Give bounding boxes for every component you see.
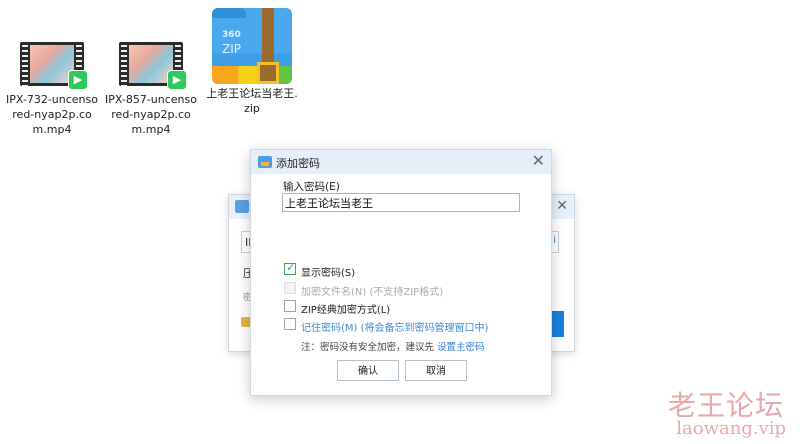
info-icon[interactable]: i [553,235,556,246]
encrypt-filenames-label: 加密文件名(N) (不支持ZIP格式) [301,287,444,298]
show-password-label: 显示密码(S) [301,268,356,279]
video-file-2[interactable]: ▶ IPX-857-uncensored-nyap2p.com.mp4 [105,42,197,137]
file-name: 上老王论坛当老王.zip [206,87,298,115]
cancel-button[interactable]: 取消 [405,360,467,381]
remember-password-label: 记住密码(M) (将会备忘到密码管理窗口中) [301,323,489,334]
show-password-checkbox[interactable] [284,261,296,275]
file-name: IPX-732-uncensored-nyap2p.com.mp4 [6,93,98,136]
security-note: 注：密码没有安全加密，建议先 设置主密码 [301,339,485,353]
close-icon[interactable]: ✕ [556,198,568,214]
remember-password-checkbox[interactable] [284,318,296,330]
confirm-button[interactable]: 确认 [337,360,399,381]
zip-brand: 360 [222,30,241,40]
password-label: 输入密码(E) [283,181,340,193]
video-thumbnail: ▶ [20,42,88,90]
close-icon[interactable]: ✕ [532,152,545,170]
play-badge-icon: ▶ [68,70,88,90]
app-icon [235,200,249,213]
video-file-1[interactable]: ▶ IPX-732-uncensored-nyap2p.com.mp4 [6,42,98,137]
zip-classic-encryption-label: ZIP经典加密方式(L) [301,305,391,316]
set-master-password-link[interactable]: 设置主密码 [437,342,485,353]
zip-classic-encryption-checkbox[interactable] [284,300,296,312]
archive-icon [258,156,272,168]
watermark-url: laowang.vip [676,418,786,439]
password-input[interactable]: 上老王论坛当老王 [282,193,520,212]
file-name: IPX-857-uncensored-nyap2p.com.mp4 [105,93,197,136]
encrypt-filenames-checkbox[interactable] [284,282,296,294]
play-badge-icon: ▶ [167,70,187,90]
video-thumbnail: ▶ [119,42,187,90]
start-compress-button[interactable] [552,311,564,337]
zip-file[interactable]: 上老王论坛当老王.zip [206,86,298,116]
dialog-title: 添加密码 [276,157,320,170]
note-text: 注：密码没有安全加密，建议先 [301,342,435,353]
zip-label: ZIP [222,42,241,56]
zip-file-icon[interactable]: 360 ZIP [210,8,294,88]
